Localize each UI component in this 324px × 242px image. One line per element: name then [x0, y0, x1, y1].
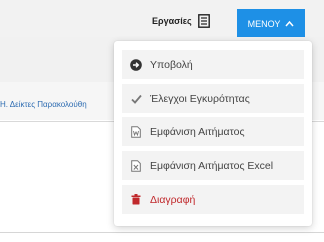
- word-file-icon: [130, 125, 142, 138]
- menu-item-delete[interactable]: Διαγραφή: [122, 185, 304, 214]
- tasks-button[interactable]: Εργασίες: [152, 14, 210, 28]
- top-bar: Εργασίες ΜΕΝΟΥ: [0, 0, 324, 38]
- divider: [0, 232, 324, 233]
- tasks-label: Εργασίες: [152, 16, 192, 26]
- menu-item-label: Εμφάνιση Αιτήματος: [150, 125, 245, 138]
- menu-item-label: Έλεγχοι Εγκυρότητας: [150, 92, 250, 105]
- menu-button-label: ΜΕΝΟΥ: [247, 18, 281, 29]
- trash-icon: [130, 194, 142, 206]
- menu-item-show-request-excel[interactable]: Εμφάνιση Αιτήματος Excel: [122, 151, 304, 180]
- arrow-circle-right-icon: [130, 58, 142, 71]
- document-list-icon: [197, 14, 210, 28]
- checkmark-icon: [130, 93, 142, 105]
- menu-item-submit[interactable]: Υποβολή: [122, 50, 304, 79]
- menu-dropdown: Υποβολή Έλεγχοι Εγκυρότητας Εμφάνιση Αιτ…: [114, 41, 312, 226]
- menu-item-label: Εμφάνιση Αιτήματος Excel: [150, 159, 274, 172]
- menu-item-show-request[interactable]: Εμφάνιση Αιτήματος: [122, 117, 304, 146]
- menu-item-label: Υποβολή: [150, 58, 193, 71]
- menu-item-validation[interactable]: Έλεγχοι Εγκυρότητας: [122, 84, 304, 113]
- menu-button[interactable]: ΜΕΝΟΥ: [237, 9, 305, 38]
- chevron-up-icon: [285, 20, 294, 27]
- menu-item-label: Διαγραφή: [150, 193, 196, 206]
- excel-file-icon: [130, 159, 142, 172]
- breadcrumb-link[interactable]: Η. Δείκτες Παρακολούθη: [0, 100, 87, 109]
